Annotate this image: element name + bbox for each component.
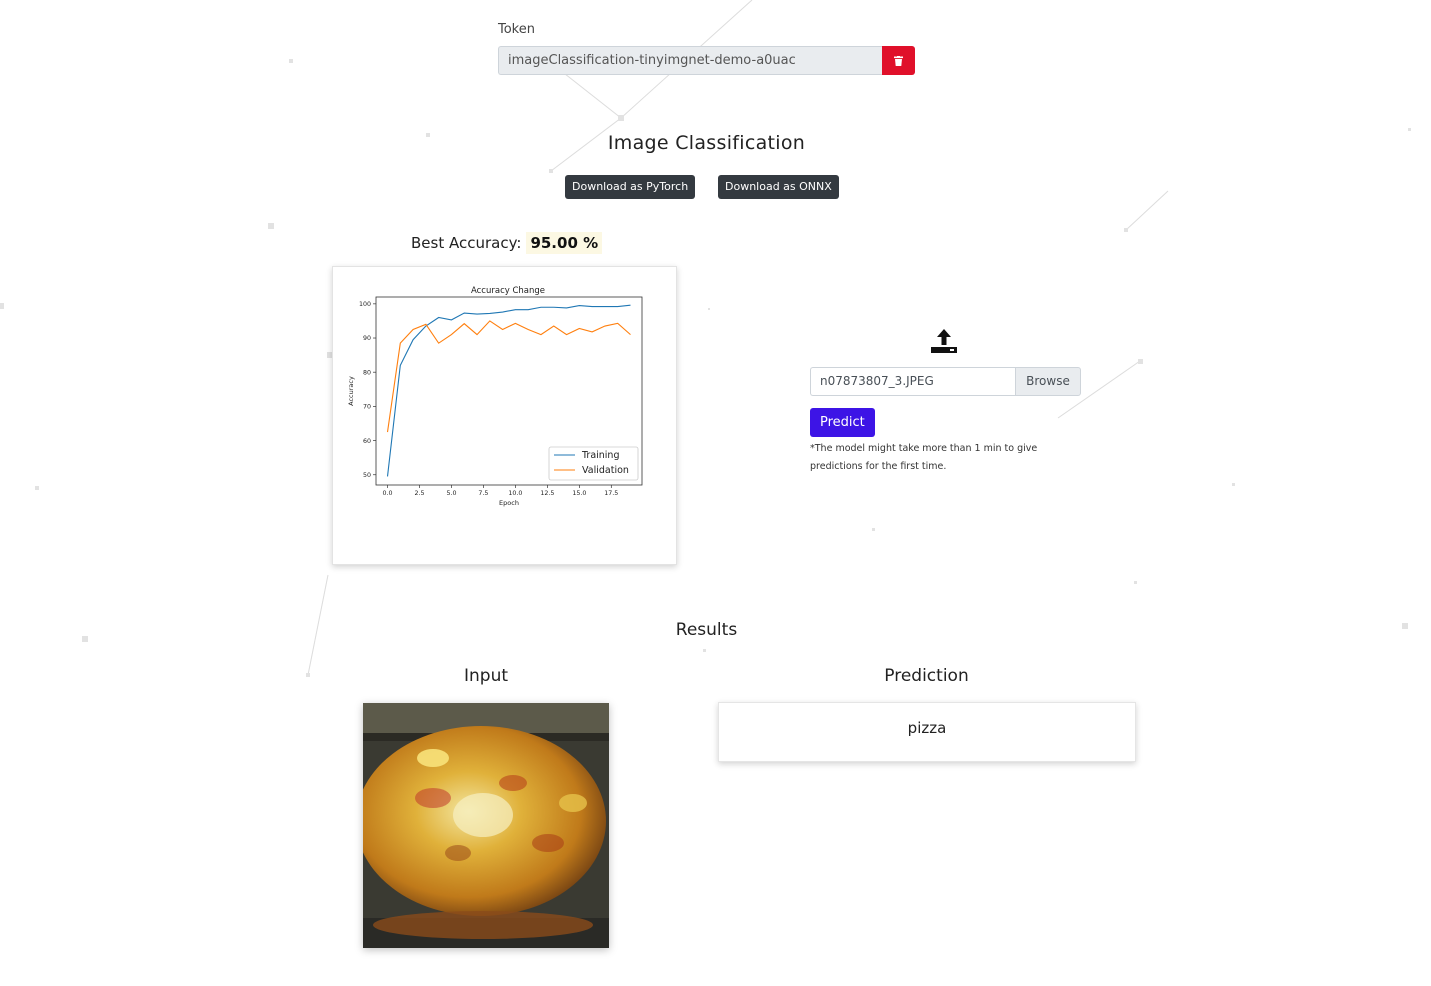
y-tick-label: 90 [363,335,371,342]
x-tick-label: 10.0 [508,490,522,497]
y-tick-label: 50 [363,472,371,479]
token-field-group: imageClassification-tinyimgnet-demo-a0ua… [498,46,915,75]
prediction-value: pizza [907,719,947,737]
x-tick-label: 0.0 [383,490,393,497]
y-tick-label: 60 [363,438,371,445]
y-tick-label: 100 [359,301,371,308]
x-tick-label: 2.5 [414,490,424,497]
y-tick-label: 80 [363,369,371,376]
browse-button[interactable]: Browse [1015,367,1081,396]
best-accuracy: Best Accuracy: 95.00 % [411,232,603,254]
token-label: Token [498,22,535,37]
token-input[interactable]: imageClassification-tinyimgnet-demo-a0ua… [498,46,882,75]
page-title: Image Classification [607,132,806,154]
prediction-card: pizza [718,702,1136,762]
input-title: Input [463,666,509,686]
x-tick-label: 5.0 [446,490,456,497]
legend-validation-label: Validation [582,465,629,476]
accuracy-chart: Accuracy Change Epoch Accuracy 0.0 2.5 5.0… [347,286,643,507]
upload-icon[interactable] [930,328,958,358]
file-picker: n07873807_3.JPEG Browse [810,367,1081,396]
download-pytorch-button[interactable]: Download as PyTorch [565,175,696,199]
best-accuracy-label: Best Accuracy: [411,234,522,252]
prediction-title: Prediction [884,666,969,686]
trash-icon [894,55,903,66]
chart-ylabel: Accuracy [347,376,355,406]
best-accuracy-value: 95.00 % [526,232,603,254]
chart-title: Accuracy Change [471,286,545,296]
prediction-note: *The model might take more than 1 min to… [810,443,1038,472]
legend-training-label: Training [581,450,620,461]
accuracy-chart-card: Accuracy Change Epoch Accuracy 0.0 2.5 5.0… [332,266,677,565]
predict-button[interactable]: Predict [810,408,875,437]
chart-legend: Training Validation [548,446,639,481]
x-tick-label: 12.5 [540,490,554,497]
input-image [363,703,609,948]
y-tick-label: 70 [363,404,371,411]
x-tick-label: 15.0 [572,490,586,497]
delete-token-button[interactable] [882,46,915,75]
results-title: Results [675,620,738,640]
file-name-input[interactable]: n07873807_3.JPEG [810,367,1015,396]
x-tick-label: 7.5 [478,490,488,497]
download-onnx-button[interactable]: Download as ONNX [718,175,839,199]
series-line-validation [386,320,631,433]
x-tick-label: 17.5 [604,490,618,497]
chart-xlabel: Epoch [499,499,519,507]
